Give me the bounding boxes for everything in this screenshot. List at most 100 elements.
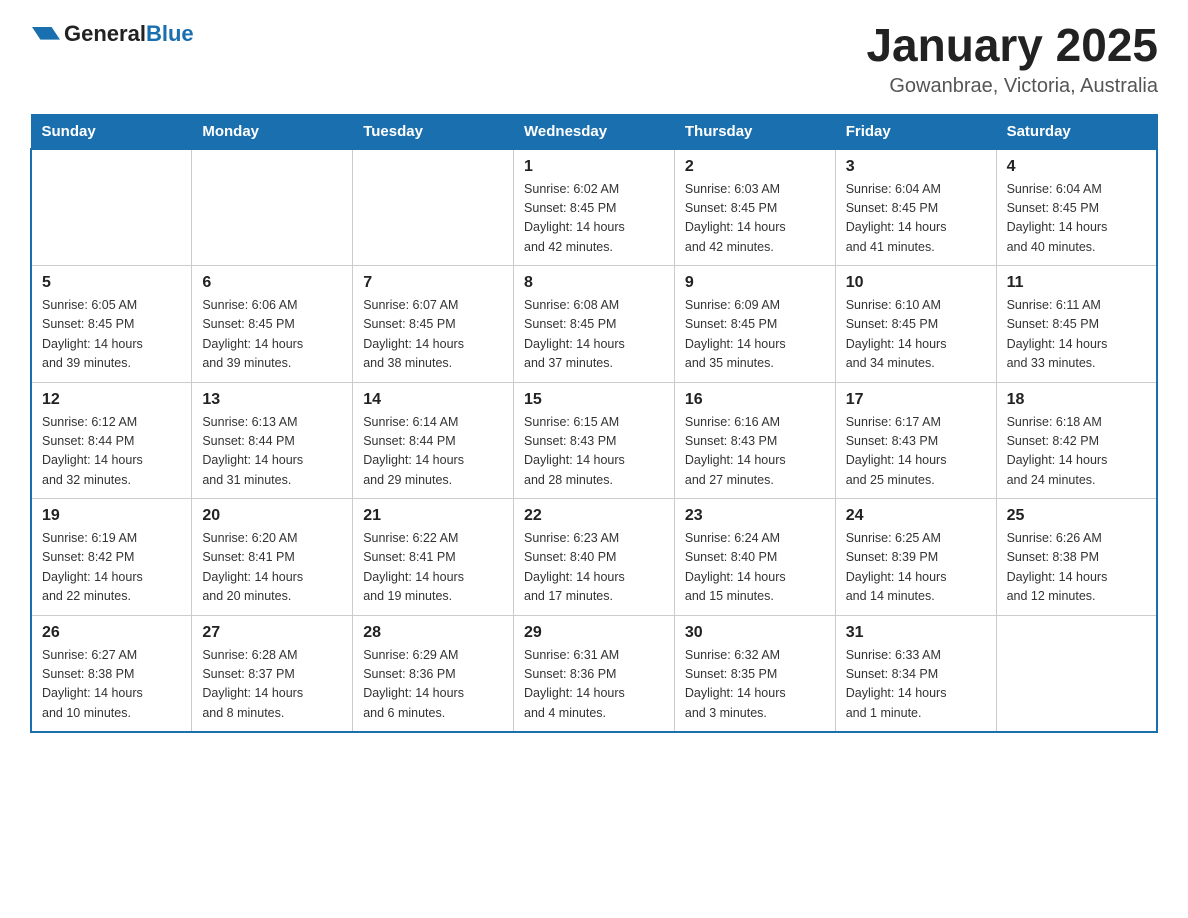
day-number: 26 — [42, 624, 181, 642]
table-row: 31 Sunrise: 6:33 AMSunset: 8:34 PMDayligh… — [835, 615, 996, 732]
table-row: 21 Sunrise: 6:22 AMSunset: 8:41 PMDayligh… — [353, 499, 514, 616]
day-number: 4 — [1007, 158, 1146, 176]
day-number: 28 — [363, 624, 503, 642]
col-monday: Monday — [192, 114, 353, 149]
table-row: 11 Sunrise: 6:11 AMSunset: 8:45 PMDayligh… — [996, 266, 1157, 383]
day-info: Sunrise: 6:09 AMSunset: 8:45 PMDaylight:… — [685, 296, 825, 374]
table-row: 7 Sunrise: 6:07 AMSunset: 8:45 PMDaylight… — [353, 266, 514, 383]
day-number: 27 — [202, 624, 342, 642]
table-row: 13 Sunrise: 6:13 AMSunset: 8:44 PMDayligh… — [192, 382, 353, 499]
day-number: 21 — [363, 507, 503, 525]
day-number: 7 — [363, 274, 503, 292]
day-info: Sunrise: 6:14 AMSunset: 8:44 PMDaylight:… — [363, 413, 503, 491]
day-number: 13 — [202, 391, 342, 409]
day-info: Sunrise: 6:26 AMSunset: 8:38 PMDaylight:… — [1007, 529, 1146, 607]
day-info: Sunrise: 6:28 AMSunset: 8:37 PMDaylight:… — [202, 646, 342, 724]
table-row: 12 Sunrise: 6:12 AMSunset: 8:44 PMDayligh… — [31, 382, 192, 499]
day-info: Sunrise: 6:11 AMSunset: 8:45 PMDaylight:… — [1007, 296, 1146, 374]
day-number: 22 — [524, 507, 664, 525]
day-number: 6 — [202, 274, 342, 292]
title-area: January 2025 Gowanbrae, Victoria, Austra… — [866, 20, 1158, 98]
day-number: 11 — [1007, 274, 1146, 292]
table-row: 14 Sunrise: 6:14 AMSunset: 8:44 PMDayligh… — [353, 382, 514, 499]
table-row: 10 Sunrise: 6:10 AMSunset: 8:45 PMDayligh… — [835, 266, 996, 383]
calendar-header-row: Sunday Monday Tuesday Wednesday Thursday… — [31, 114, 1157, 149]
table-row: 30Sunrise: 6:32 AMSunset: 8:35 PMDayligh… — [674, 615, 835, 732]
table-row: 20 Sunrise: 6:20 AMSunset: 8:41 PMDayligh… — [192, 499, 353, 616]
table-row: 4 Sunrise: 6:04 AMSunset: 8:45 PMDaylight… — [996, 149, 1157, 266]
day-info: Sunrise: 6:33 AMSunset: 8:34 PMDaylight:… — [846, 646, 986, 724]
day-info: Sunrise: 6:10 AMSunset: 8:45 PMDaylight:… — [846, 296, 986, 374]
day-info: Sunrise: 6:03 AMSunset: 8:45 PMDaylight:… — [685, 180, 825, 258]
day-info: Sunrise: 6:06 AMSunset: 8:45 PMDaylight:… — [202, 296, 342, 374]
day-info: Sunrise: 6:04 AMSunset: 8:45 PMDaylight:… — [1007, 180, 1146, 258]
day-number: 12 — [42, 391, 181, 409]
table-row: 17 Sunrise: 6:17 AMSunset: 8:43 PMDayligh… — [835, 382, 996, 499]
day-number: 15 — [524, 391, 664, 409]
day-info: Sunrise: 6:23 AMSunset: 8:40 PMDaylight:… — [524, 529, 664, 607]
day-number: 1 — [524, 158, 664, 176]
table-row: 15 Sunrise: 6:15 AMSunset: 8:43 PMDayligh… — [514, 382, 675, 499]
page-header: GeneralBlue January 2025 Gowanbrae, Vict… — [30, 20, 1158, 98]
table-row — [31, 149, 192, 266]
day-number: 17 — [846, 391, 986, 409]
day-number: 29 — [524, 624, 664, 642]
day-number: 16 — [685, 391, 825, 409]
col-tuesday: Tuesday — [353, 114, 514, 149]
day-info: Sunrise: 6:08 AMSunset: 8:45 PMDaylight:… — [524, 296, 664, 374]
table-row: 25 Sunrise: 6:26 AMSunset: 8:38 PMDayligh… — [996, 499, 1157, 616]
col-wednesday: Wednesday — [514, 114, 675, 149]
day-info: Sunrise: 6:12 AMSunset: 8:44 PMDaylight:… — [42, 413, 181, 491]
day-info: Sunrise: 6:22 AMSunset: 8:41 PMDaylight:… — [363, 529, 503, 607]
table-row: 22 Sunrise: 6:23 AMSunset: 8:40 PMDayligh… — [514, 499, 675, 616]
table-row — [996, 615, 1157, 732]
day-number: 8 — [524, 274, 664, 292]
table-row: 16Sunrise: 6:16 AMSunset: 8:43 PMDayligh… — [674, 382, 835, 499]
day-info: Sunrise: 6:17 AMSunset: 8:43 PMDaylight:… — [846, 413, 986, 491]
logo: GeneralBlue — [30, 20, 194, 48]
table-row: 18Sunrise: 6:18 AMSunset: 8:42 PMDayligh… — [996, 382, 1157, 499]
day-info: Sunrise: 6:13 AMSunset: 8:44 PMDaylight:… — [202, 413, 342, 491]
day-info: Sunrise: 6:07 AMSunset: 8:45 PMDaylight:… — [363, 296, 503, 374]
col-thursday: Thursday — [674, 114, 835, 149]
table-row: 6 Sunrise: 6:06 AMSunset: 8:45 PMDaylight… — [192, 266, 353, 383]
table-row: 19 Sunrise: 6:19 AMSunset: 8:42 PMDayligh… — [31, 499, 192, 616]
day-number: 10 — [846, 274, 986, 292]
calendar-week-row: 1 Sunrise: 6:02 AMSunset: 8:45 PMDaylight… — [31, 149, 1157, 266]
table-row: 9Sunrise: 6:09 AMSunset: 8:45 PMDaylight… — [674, 266, 835, 383]
day-info: Sunrise: 6:02 AMSunset: 8:45 PMDaylight:… — [524, 180, 664, 258]
day-number: 14 — [363, 391, 503, 409]
day-number: 31 — [846, 624, 986, 642]
table-row: 26 Sunrise: 6:27 AMSunset: 8:38 PMDayligh… — [31, 615, 192, 732]
location: Gowanbrae, Victoria, Australia — [866, 75, 1158, 98]
day-number: 20 — [202, 507, 342, 525]
logo-text-general: General — [64, 21, 146, 46]
col-sunday: Sunday — [31, 114, 192, 149]
table-row: 3Sunrise: 6:04 AMSunset: 8:45 PMDaylight… — [835, 149, 996, 266]
day-number: 25 — [1007, 507, 1146, 525]
table-row: 24Sunrise: 6:25 AMSunset: 8:39 PMDayligh… — [835, 499, 996, 616]
table-row: 23Sunrise: 6:24 AMSunset: 8:40 PMDayligh… — [674, 499, 835, 616]
col-friday: Friday — [835, 114, 996, 149]
day-info: Sunrise: 6:27 AMSunset: 8:38 PMDaylight:… — [42, 646, 181, 724]
day-info: Sunrise: 6:05 AMSunset: 8:45 PMDaylight:… — [42, 296, 181, 374]
day-number: 23 — [685, 507, 825, 525]
table-row: 29 Sunrise: 6:31 AMSunset: 8:36 PMDayligh… — [514, 615, 675, 732]
day-info: Sunrise: 6:25 AMSunset: 8:39 PMDaylight:… — [846, 529, 986, 607]
table-row: 8 Sunrise: 6:08 AMSunset: 8:45 PMDaylight… — [514, 266, 675, 383]
table-row: 5Sunrise: 6:05 AMSunset: 8:45 PMDaylight… — [31, 266, 192, 383]
day-info: Sunrise: 6:15 AMSunset: 8:43 PMDaylight:… — [524, 413, 664, 491]
day-info: Sunrise: 6:29 AMSunset: 8:36 PMDaylight:… — [363, 646, 503, 724]
month-title: January 2025 — [866, 20, 1158, 71]
table-row: 2Sunrise: 6:03 AMSunset: 8:45 PMDaylight… — [674, 149, 835, 266]
day-number: 19 — [42, 507, 181, 525]
table-row: 28 Sunrise: 6:29 AMSunset: 8:36 PMDayligh… — [353, 615, 514, 732]
day-info: Sunrise: 6:31 AMSunset: 8:36 PMDaylight:… — [524, 646, 664, 724]
table-row — [192, 149, 353, 266]
calendar-week-row: 26 Sunrise: 6:27 AMSunset: 8:38 PMDayligh… — [31, 615, 1157, 732]
calendar: Sunday Monday Tuesday Wednesday Thursday… — [30, 114, 1158, 734]
logo-icon — [32, 20, 60, 48]
day-info: Sunrise: 6:19 AMSunset: 8:42 PMDaylight:… — [42, 529, 181, 607]
day-number: 18 — [1007, 391, 1146, 409]
day-info: Sunrise: 6:20 AMSunset: 8:41 PMDaylight:… — [202, 529, 342, 607]
